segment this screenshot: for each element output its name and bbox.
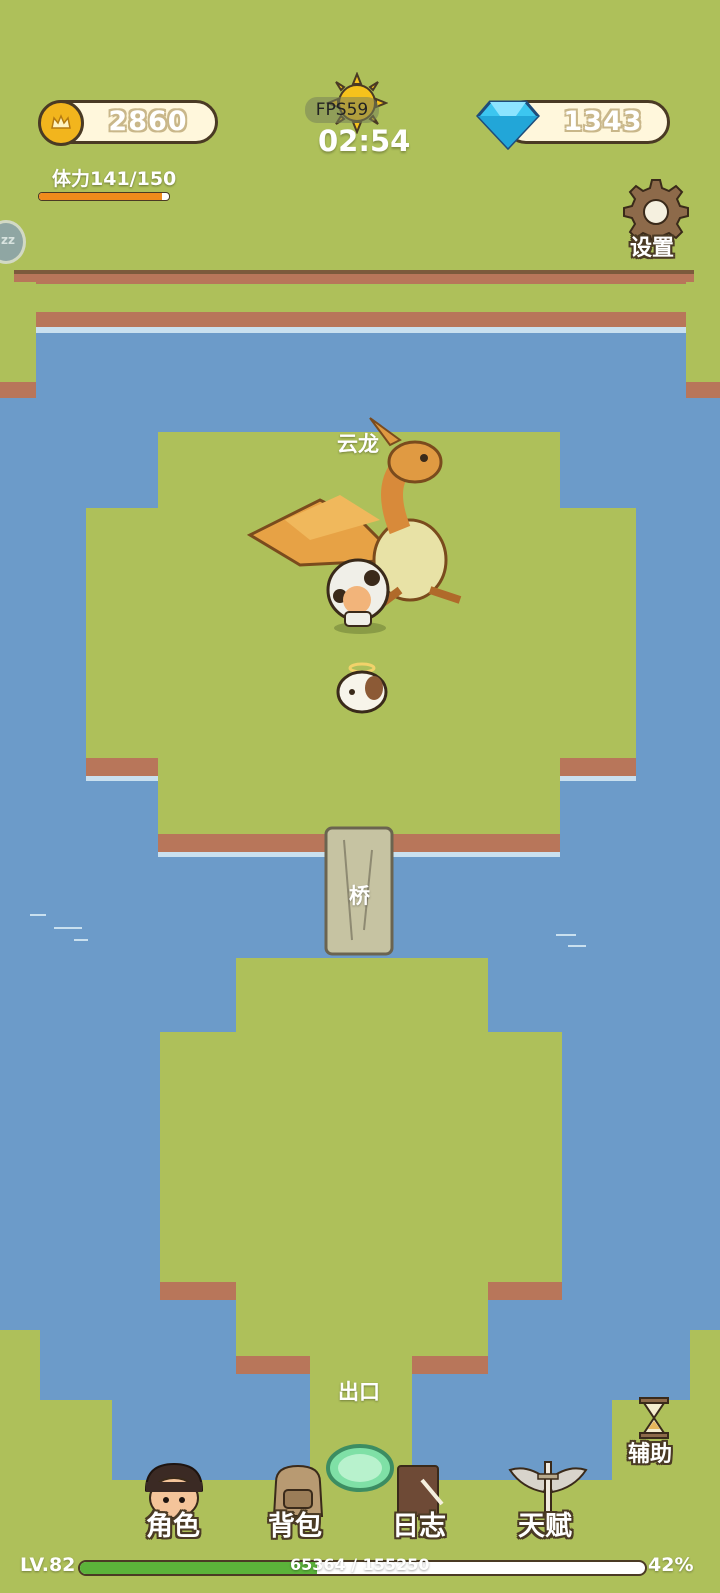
xp-bar-fill bbox=[80, 1562, 318, 1574]
nav-role-label: 角色 bbox=[146, 1511, 200, 1542]
nav-log-button[interactable]: 日志 bbox=[386, 1460, 462, 1542]
stamina-bar-fill bbox=[39, 193, 163, 200]
diamond-value: 1343 bbox=[563, 106, 643, 137]
stamina-label: 体力141/150 bbox=[52, 168, 177, 190]
dragon-name-label: 云龙 bbox=[337, 432, 379, 456]
xp-text: 65364 / 155250 bbox=[290, 1555, 430, 1574]
nav-talent-button[interactable]: 天赋 bbox=[508, 1460, 588, 1542]
bridge-label[interactable]: 桥 bbox=[349, 880, 370, 910]
gold-value: 2860 bbox=[108, 106, 188, 137]
round-timer: 02:54 bbox=[318, 124, 411, 158]
game-map bbox=[0, 0, 720, 1593]
upper-island bbox=[86, 432, 636, 857]
xp-percent: 42% bbox=[648, 1554, 694, 1576]
diamond-icon bbox=[475, 98, 541, 151]
nav-bag-button[interactable]: 背包 bbox=[262, 1460, 338, 1542]
gold-coin-icon bbox=[38, 100, 84, 146]
sleep-bubble-label: zz bbox=[1, 233, 15, 247]
nav-log-label: 日志 bbox=[392, 1511, 446, 1542]
nav-bag-label: 背包 bbox=[268, 1511, 322, 1542]
nav-talent-label: 天赋 bbox=[518, 1511, 572, 1542]
stamina-bar bbox=[38, 192, 170, 201]
assist-label[interactable]: 辅助 bbox=[628, 1436, 672, 1468]
level-label: LV.82 bbox=[20, 1554, 76, 1576]
fps-counter: FPS59 bbox=[305, 97, 379, 123]
nav-role-button[interactable]: 角色 bbox=[136, 1460, 212, 1542]
settings-label[interactable]: 设置 bbox=[630, 230, 674, 262]
exit-label[interactable]: 出口 bbox=[338, 1376, 380, 1406]
hourglass-icon[interactable] bbox=[636, 1396, 672, 1440]
